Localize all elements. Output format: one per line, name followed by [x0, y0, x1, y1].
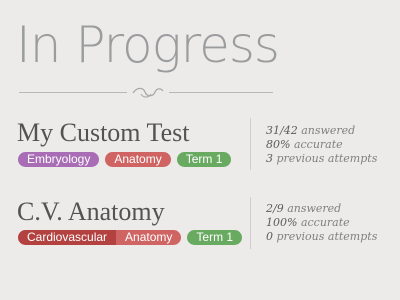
- tag-group-cardiovascular-anatomy: Cardiovascular Anatomy: [18, 230, 182, 245]
- attempts-stat: 3 previous attempts: [266, 152, 378, 165]
- stats-divider: [250, 197, 251, 249]
- divider-rule-left: [19, 92, 127, 93]
- tag-term[interactable]: Term 1: [176, 152, 232, 167]
- answered-stat: 2/9 answered: [266, 202, 342, 215]
- tag-anatomy[interactable]: Anatomy: [116, 230, 182, 245]
- attempts-stat: 0 previous attempts: [266, 230, 378, 243]
- answered-stat: 31/42 answered: [266, 124, 356, 137]
- test-tags: Embryology Anatomy Term 1: [18, 152, 237, 167]
- test-title[interactable]: C.V. Anatomy: [17, 199, 165, 225]
- flourish-icon: [132, 87, 164, 98]
- divider-rule-right: [169, 92, 273, 93]
- tag-embryology[interactable]: Embryology: [18, 152, 100, 167]
- test-stats: 31/42 answered 80% accurate 3 previous a…: [266, 124, 377, 166]
- accuracy-stat: 80% accurate: [266, 138, 343, 151]
- title-divider: [19, 84, 273, 100]
- stats-divider: [250, 118, 251, 170]
- test-stats: 2/9 answered 100% accurate 0 previous at…: [266, 202, 377, 244]
- tag-anatomy[interactable]: Anatomy: [105, 152, 171, 167]
- test-title[interactable]: My Custom Test: [17, 120, 190, 146]
- tag-term[interactable]: Term 1: [187, 230, 243, 245]
- test-tags: Cardiovascular Anatomy Term 1: [18, 230, 248, 245]
- page-title: In Progress: [16, 16, 280, 74]
- tag-cardiovascular[interactable]: Cardiovascular: [18, 230, 117, 245]
- accuracy-stat: 100% accurate: [266, 216, 350, 229]
